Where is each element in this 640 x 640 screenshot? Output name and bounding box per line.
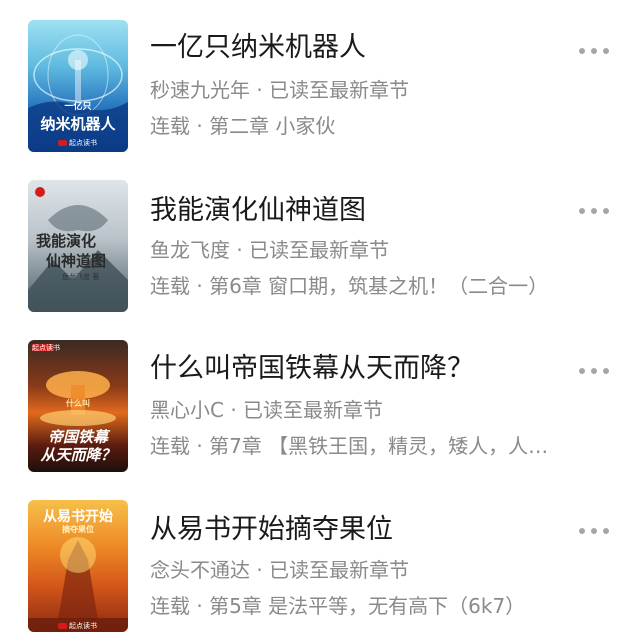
- ellipsis-dot: [603, 368, 609, 374]
- publisher-name: 起点读书: [69, 139, 97, 147]
- cover-author: 鱼龙飞度 著: [62, 273, 100, 281]
- publisher-name: 起点读书: [32, 344, 60, 352]
- cover-title-line1: 我能演化: [36, 232, 97, 250]
- publisher-mark-icon: [58, 140, 67, 146]
- book-chapter-progress: 连载 · 第7章 【黑铁王国，精灵，矮人，人…: [150, 434, 549, 458]
- book-cover[interactable]: 什么叫 帝国铁幕 从天而降？ 起点读书: [28, 340, 128, 472]
- book-title: 什么叫帝国铁幕从天而降？: [150, 353, 474, 384]
- book-title: 一亿只纳米机器人: [150, 32, 366, 63]
- book-list: 一亿只 纳米机器人 起点读书 一亿只纳米机器人 秒速九光年 · 已读至最新章节 …: [0, 0, 640, 640]
- book-title: 从易书开始摘夺果位: [150, 514, 393, 545]
- ellipsis-dot: [603, 208, 609, 214]
- ellipsis-icon: [579, 208, 585, 214]
- book-title: 我能演化仙神道图: [150, 195, 366, 226]
- more-options-button[interactable]: [576, 366, 612, 376]
- book-item[interactable]: 我能演化 仙神道图 鱼龙飞度 著 我能演化仙神道图 鱼龙飞度 · 已读至最新章节…: [0, 160, 640, 320]
- ellipsis-icon: [579, 528, 585, 534]
- ellipsis-dot: [591, 48, 597, 54]
- cover-small-text: 一亿只: [64, 102, 92, 112]
- book-item[interactable]: 一亿只 纳米机器人 起点读书 一亿只纳米机器人 秒速九光年 · 已读至最新章节 …: [0, 0, 640, 160]
- cover-title-line2: 仙神道图: [46, 252, 107, 270]
- book-cover[interactable]: 从易书开始 摘夺果位 起点读书: [28, 500, 128, 632]
- ellipsis-dot: [591, 208, 597, 214]
- cover-subtitle-text: 摘夺果位: [62, 524, 94, 534]
- ellipsis-icon: [579, 48, 585, 54]
- more-options-button[interactable]: [576, 526, 612, 536]
- cover-title-text: 纳米机器人: [40, 115, 116, 133]
- ellipsis-dot: [591, 368, 597, 374]
- publisher-logo: 起点读书: [58, 621, 97, 631]
- cover-title-line2: 从天而降？: [40, 446, 116, 464]
- book-item[interactable]: 从易书开始 摘夺果位 起点读书 从易书开始摘夺果位 念头不通达 · 已读至最新章…: [0, 480, 640, 640]
- book-author-status: 秒速九光年 · 已读至最新章节: [150, 78, 410, 102]
- book-author-status: 念头不通达 · 已读至最新章节: [150, 558, 410, 582]
- ellipsis-dot: [603, 48, 609, 54]
- publisher-mark-icon: [58, 623, 67, 629]
- publisher-name: 起点读书: [69, 622, 97, 630]
- more-options-button[interactable]: [576, 206, 612, 216]
- book-cover[interactable]: 我能演化 仙神道图 鱼龙飞度 著: [28, 180, 128, 312]
- book-chapter-progress: 连载 · 第5章 是法平等，无有高下（6k7）: [150, 594, 526, 618]
- book-cover[interactable]: 一亿只 纳米机器人 起点读书: [28, 20, 128, 152]
- book-item[interactable]: 什么叫 帝国铁幕 从天而降？ 起点读书 什么叫帝国铁幕从天而降？ 黑心小C · …: [0, 320, 640, 480]
- book-chapter-progress: 连载 · 第6章 窗口期，筑基之机！（二合一）: [150, 274, 549, 298]
- cover-small-text: 什么叫: [66, 398, 90, 408]
- ellipsis-dot: [591, 528, 597, 534]
- ellipsis-icon: [579, 368, 585, 374]
- book-chapter-progress: 连载 · 第二章 小家伙: [150, 114, 336, 138]
- book-author-status: 黑心小C · 已读至最新章节: [150, 398, 384, 422]
- ellipsis-dot: [603, 528, 609, 534]
- cover-title-text: 从易书开始: [43, 509, 113, 525]
- book-author-status: 鱼龙飞度 · 已读至最新章节: [150, 238, 390, 262]
- more-options-button[interactable]: [576, 46, 612, 56]
- publisher-logo: 起点读书: [58, 138, 97, 148]
